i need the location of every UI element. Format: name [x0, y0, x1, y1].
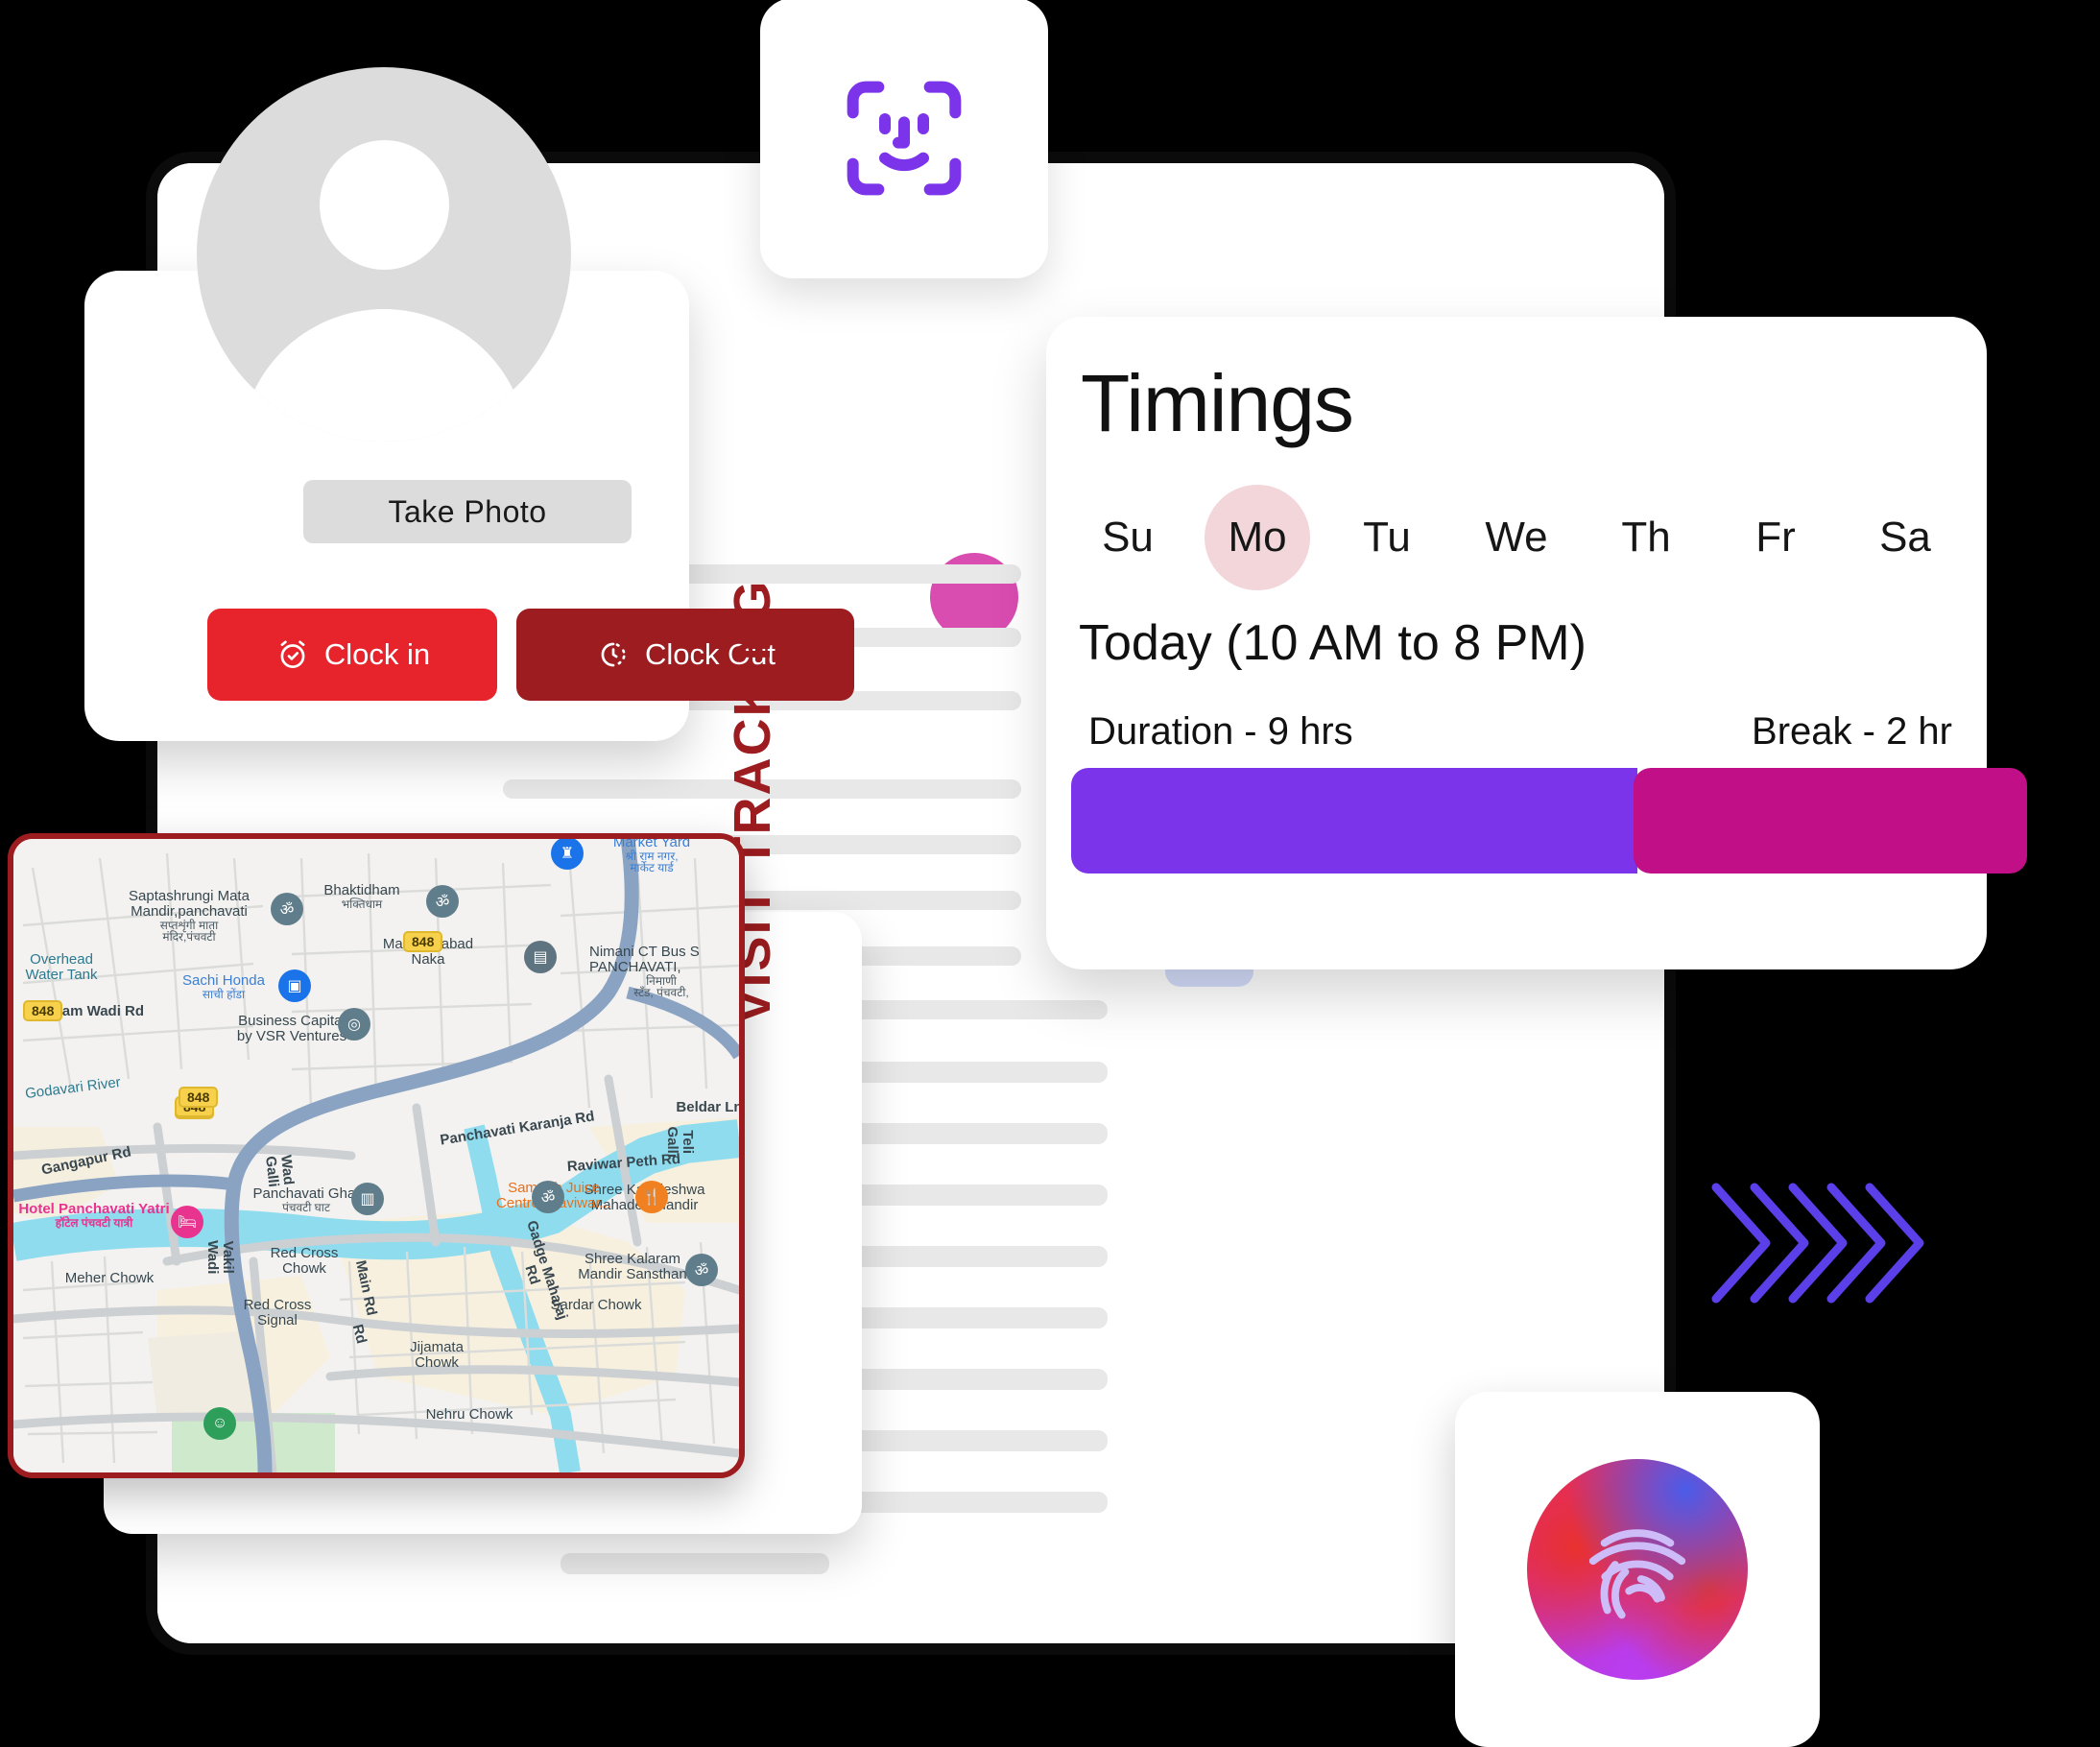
day-sa[interactable]: Sa: [1852, 485, 1958, 590]
day-su[interactable]: Su: [1075, 485, 1181, 590]
temple-pin-icon[interactable]: ॐ: [532, 1181, 564, 1221]
clock-in-button[interactable]: Clock in: [207, 609, 497, 701]
duration-break-labels: Duration - 9 hrs Break - 2 hr: [1088, 710, 1952, 754]
face-id-card[interactable]: [760, 0, 1048, 278]
chevron-right-icon: [1711, 1183, 1924, 1304]
user-avatar-icon: [197, 67, 571, 442]
timings-progress-bar: [1071, 768, 2031, 874]
temple-pin-icon[interactable]: ॐ: [426, 885, 459, 925]
clock-out-button[interactable]: Clock Out: [516, 609, 854, 701]
skeleton-line: [637, 564, 1021, 584]
temple-pin-icon[interactable]: ॐ: [271, 893, 303, 933]
timer-dashed-icon: [601, 642, 626, 667]
bus-pin-icon[interactable]: ▤: [524, 941, 557, 981]
shop-pin-icon[interactable]: ▣: [278, 969, 311, 1010]
hotel-pin-icon[interactable]: 🛏: [171, 1206, 203, 1246]
page-title: Timings: [1081, 358, 1354, 448]
park-pin-icon[interactable]: ☺: [203, 1407, 236, 1448]
day-mo[interactable]: Mo: [1205, 485, 1310, 590]
clock-in-label: Clock in: [323, 637, 431, 671]
business-pin-icon[interactable]: ◎: [338, 1008, 370, 1048]
take-photo-button[interactable]: Take Photo: [303, 480, 632, 543]
duration-bar-segment: [1071, 768, 1637, 874]
day-tu[interactable]: Tu: [1334, 485, 1440, 590]
avatar-head: [320, 140, 449, 270]
fingerprint-card[interactable]: [1455, 1392, 1820, 1747]
fingerprint-gradient-circle: [1527, 1459, 1748, 1680]
face-id-icon: [847, 81, 962, 196]
avatar-body: [240, 309, 528, 442]
illustration-stage: Take Photo Clock in Clock Out VISIT TRAC…: [0, 0, 2100, 1747]
highway-badge: 848: [403, 931, 443, 952]
day-we[interactable]: We: [1464, 485, 1569, 590]
day-selector: Su Mo Tu We Th Fr Sa: [1075, 485, 1958, 590]
break-label: Break - 2 hr: [1752, 710, 1952, 753]
restaurant-pin-icon[interactable]: 🍴: [635, 1181, 668, 1221]
duration-label: Duration - 9 hrs: [1088, 710, 1353, 753]
skeleton-line: [561, 1553, 829, 1574]
highway-badge: 848: [179, 1087, 219, 1108]
highway-badge: 848: [23, 1000, 63, 1021]
museum-pin-icon[interactable]: ▥: [351, 1183, 384, 1223]
today-hours-text: Today (10 AM to 8 PM): [1079, 615, 1587, 671]
temple-pin-icon[interactable]: ॐ: [685, 1254, 718, 1294]
alarm-check-icon: [280, 640, 305, 669]
day-fr[interactable]: Fr: [1723, 485, 1828, 590]
map-canvas: [13, 839, 739, 1472]
break-bar-segment: [1634, 768, 2027, 874]
fingerprint-icon: [1588, 1529, 1686, 1619]
day-th[interactable]: Th: [1593, 485, 1699, 590]
transit-pin-icon[interactable]: ♜: [551, 839, 584, 877]
map-card[interactable]: Saptashrungi Mata Mandir,panchavati सप्तश…: [8, 833, 745, 1478]
